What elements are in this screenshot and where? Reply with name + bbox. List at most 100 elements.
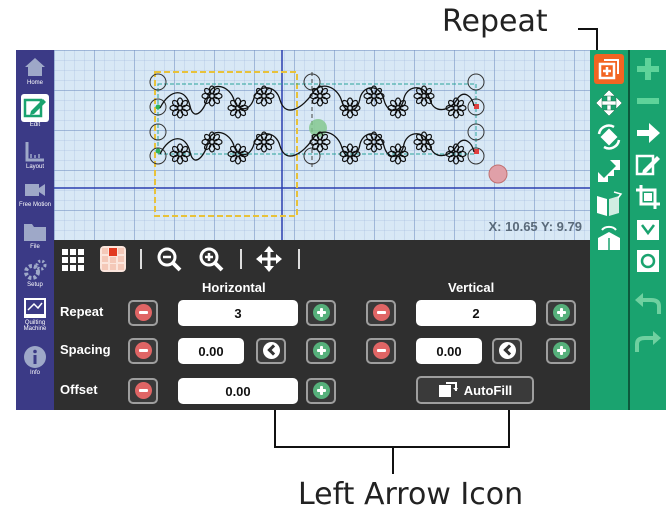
- camera-icon: [25, 184, 45, 196]
- repeat-icon: [598, 59, 619, 80]
- move-tool-button[interactable]: [594, 88, 624, 118]
- repeat-callout: Repeat: [442, 4, 548, 39]
- repeat-panel: Horizontal Vertical Repeat 3 2 Spacing 0…: [54, 240, 590, 410]
- minus-icon: [135, 342, 152, 359]
- edit-icon: [635, 154, 660, 176]
- info-icon: [24, 346, 46, 368]
- sidebar-item-edit[interactable]: Edit: [16, 94, 54, 128]
- pattern-grid-icon: [100, 246, 126, 272]
- toolbar-divider: [298, 249, 300, 269]
- autofill-icon: [438, 382, 458, 397]
- plus-icon: [313, 304, 330, 321]
- repeat-tool-button[interactable]: [594, 54, 624, 84]
- undo-button[interactable]: [633, 290, 663, 320]
- h-spacing-decrease-button[interactable]: [128, 338, 158, 364]
- zoom-in-icon: [199, 247, 224, 272]
- v-spacing-input[interactable]: 0.00: [416, 338, 482, 364]
- h-spacing-left-arrow-button[interactable]: [256, 338, 286, 364]
- sidebar-item-label: Free Motion: [18, 202, 51, 208]
- left-arrow-callout: Left Arrow Icon: [298, 477, 524, 512]
- sidebar-item-quilting-machine[interactable]: Quilting Machine: [16, 296, 54, 332]
- repeat-callout-line: [596, 28, 598, 50]
- sidebar-item-home[interactable]: Home: [16, 54, 54, 86]
- sidebar-item-label: Info: [29, 370, 40, 376]
- resize-tool-button[interactable]: [594, 156, 624, 186]
- layout-icon: [25, 142, 44, 162]
- mirror-icon: [597, 191, 623, 216]
- minus-icon: [373, 304, 390, 321]
- v-repeat-decrease-button[interactable]: [366, 300, 396, 326]
- minus-icon: [373, 342, 390, 359]
- rotate-tool-button[interactable]: [594, 122, 624, 152]
- toolbar-divider: [140, 249, 142, 269]
- split-button[interactable]: [633, 214, 663, 244]
- grid-icon: [62, 249, 84, 271]
- rotate-icon: [597, 124, 621, 150]
- sidebar-item-file[interactable]: File: [16, 220, 54, 250]
- grid-view-button[interactable]: [58, 244, 88, 274]
- home-icon: [25, 58, 45, 76]
- remove-button[interactable]: [633, 86, 663, 116]
- resize-icon: [598, 160, 620, 182]
- plus-icon: [313, 382, 330, 399]
- offset-label: Offset: [60, 382, 98, 397]
- edit-icon: [23, 98, 46, 118]
- zoom-in-button[interactable]: [196, 244, 226, 274]
- design-canvas[interactable]: X: 10.65 Y: 9.79: [54, 50, 590, 240]
- edit-design-button[interactable]: [633, 150, 663, 180]
- zoom-out-button[interactable]: [154, 244, 184, 274]
- sidebar-item-label: Home: [26, 80, 43, 86]
- v-spacing-left-arrow-button[interactable]: [492, 338, 522, 364]
- sidebar-item-free-motion[interactable]: Free Motion: [16, 176, 54, 208]
- h-spacing-increase-button[interactable]: [306, 338, 336, 364]
- autofill-label: AutoFill: [463, 382, 513, 398]
- mirror-tool-button[interactable]: [594, 190, 624, 220]
- pattern-select-button[interactable]: [98, 244, 128, 274]
- sidebar-item-setup[interactable]: Setup: [16, 258, 54, 288]
- sidebar-item-label: Layout: [25, 164, 44, 170]
- h-spacing-input[interactable]: 0.00: [178, 338, 244, 364]
- horizontal-header: Horizontal: [202, 280, 266, 295]
- flip-tool-button[interactable]: [594, 224, 624, 254]
- zoom-out-icon: [157, 247, 182, 272]
- plus-icon: [553, 342, 570, 359]
- h-repeat-increase-button[interactable]: [306, 300, 336, 326]
- sidebar-item-label: Setup: [27, 282, 43, 288]
- v-repeat-increase-button[interactable]: [546, 300, 576, 326]
- arrow-right-icon: [637, 123, 660, 143]
- redo-icon: [635, 331, 661, 352]
- sidebar-item-layout[interactable]: Layout: [16, 138, 54, 170]
- design-preview: [54, 50, 590, 240]
- machine-icon: [24, 298, 46, 318]
- autofill-button[interactable]: AutoFill: [416, 376, 534, 404]
- panel-toolbar: [54, 240, 590, 278]
- move-arrows-icon: [595, 89, 623, 117]
- repeat-callout-line: [578, 28, 598, 30]
- folder-icon: [24, 224, 46, 241]
- crop-button[interactable]: [633, 182, 663, 212]
- h-offset-decrease-button[interactable]: [128, 378, 158, 404]
- h-repeat-decrease-button[interactable]: [128, 300, 158, 326]
- pan-button[interactable]: [254, 244, 284, 274]
- crop-icon: [636, 185, 660, 209]
- v-spacing-increase-button[interactable]: [546, 338, 576, 364]
- plus-icon: [553, 304, 570, 321]
- split-icon: [637, 220, 659, 240]
- redo-button[interactable]: [633, 328, 663, 358]
- sidebar-item-info[interactable]: Info: [16, 344, 54, 376]
- v-repeat-input[interactable]: 2: [416, 300, 536, 326]
- wrap-button[interactable]: [633, 246, 663, 276]
- toolbar-divider: [240, 249, 242, 269]
- next-button[interactable]: [633, 118, 663, 148]
- add-button[interactable]: [633, 54, 663, 84]
- h-offset-input[interactable]: 0.00: [178, 378, 298, 404]
- wrap-icon: [637, 250, 659, 272]
- sidebar-item-label: Edit: [29, 122, 41, 128]
- left-arrow-icon: [499, 342, 516, 359]
- sidebar: Home Edit Layout Free Motion File Setup …: [16, 50, 54, 410]
- plus-icon: [637, 58, 659, 80]
- repeat-label: Repeat: [60, 304, 104, 319]
- h-offset-increase-button[interactable]: [306, 378, 336, 404]
- v-spacing-decrease-button[interactable]: [366, 338, 396, 364]
- h-repeat-input[interactable]: 3: [178, 300, 298, 326]
